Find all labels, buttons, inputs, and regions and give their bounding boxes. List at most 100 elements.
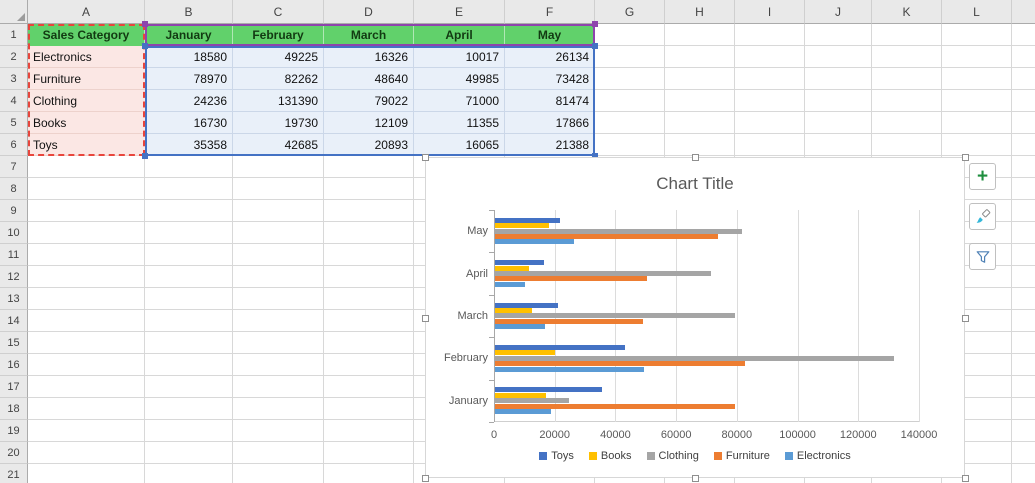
column-header-C[interactable]: C: [233, 0, 324, 24]
row-header-7[interactable]: 7: [0, 156, 28, 178]
chart-title[interactable]: Chart Title: [426, 174, 964, 194]
cell-C1[interactable]: February: [233, 24, 324, 46]
cell-C4[interactable]: 131390: [233, 90, 324, 112]
bar-furniture-february[interactable]: [495, 361, 745, 367]
row-header-21[interactable]: 21: [0, 464, 28, 483]
bar-books-may[interactable]: [495, 223, 550, 229]
cell-F2[interactable]: 26134: [505, 46, 595, 68]
legend-item-electronics[interactable]: Electronics: [784, 450, 851, 462]
cell-E1[interactable]: April: [414, 24, 505, 46]
cell-E3[interactable]: 49985: [414, 68, 505, 90]
chart-resize-handle[interactable]: [422, 475, 429, 482]
cell-A3[interactable]: Furniture: [28, 68, 145, 90]
column-header-L[interactable]: L: [942, 0, 1012, 24]
row-header-8[interactable]: 8: [0, 178, 28, 200]
cell-B6[interactable]: 35358: [145, 134, 233, 156]
legend-item-furniture[interactable]: Furniture: [713, 450, 770, 462]
column-header-I[interactable]: I: [735, 0, 805, 24]
chart[interactable]: Chart Title 0 20000 40000 60000 80000 100000 1…: [422, 154, 969, 482]
bar-electronics-may[interactable]: [495, 239, 575, 245]
cell-D1[interactable]: March: [324, 24, 414, 46]
cell-B5[interactable]: 16730: [145, 112, 233, 134]
column-header-D[interactable]: D: [324, 0, 414, 24]
bar-furniture-march[interactable]: [495, 318, 643, 324]
cell-A2[interactable]: Electronics: [28, 46, 145, 68]
row-header-5[interactable]: 5: [0, 112, 28, 134]
bar-electronics-february[interactable]: [495, 366, 645, 372]
bar-furniture-may[interactable]: [495, 233, 718, 239]
column-header-F[interactable]: F: [505, 0, 595, 24]
row-header-12[interactable]: 12: [0, 266, 28, 288]
cell-A1[interactable]: Sales Category: [28, 24, 145, 46]
cell-F3[interactable]: 73428: [505, 68, 595, 90]
bar-clothing-may[interactable]: [495, 228, 743, 234]
cell-F4[interactable]: 81474: [505, 90, 595, 112]
select-all-button[interactable]: [0, 0, 28, 24]
bar-clothing-january[interactable]: [495, 398, 569, 404]
chart-resize-handle[interactable]: [962, 314, 969, 322]
bar-books-february[interactable]: [495, 350, 555, 356]
cell-E2[interactable]: 10017: [414, 46, 505, 68]
bar-furniture-april[interactable]: [495, 276, 647, 282]
column-header-G[interactable]: G: [595, 0, 665, 24]
cell-F5[interactable]: 17866: [505, 112, 595, 134]
column-header-J[interactable]: J: [805, 0, 872, 24]
cell-E5[interactable]: 11355: [414, 112, 505, 134]
cell-A6[interactable]: Toys: [28, 134, 145, 156]
row-header-18[interactable]: 18: [0, 398, 28, 420]
cell-D5[interactable]: 12109: [324, 112, 414, 134]
chart-legend[interactable]: Toys Books Clothing Furniture Electronics: [426, 450, 964, 462]
cell-A4[interactable]: Clothing: [28, 90, 145, 112]
row-header-20[interactable]: 20: [0, 442, 28, 464]
row-header-17[interactable]: 17: [0, 376, 28, 398]
bar-toys-march[interactable]: [495, 302, 559, 308]
legend-item-clothing[interactable]: Clothing: [646, 450, 699, 462]
chart-resize-handle[interactable]: [692, 475, 699, 482]
bar-toys-january[interactable]: [495, 387, 603, 393]
legend-item-toys[interactable]: Toys: [539, 450, 574, 462]
chart-resize-handle[interactable]: [962, 154, 969, 161]
cell-F6[interactable]: 21388: [505, 134, 595, 156]
cell-B2[interactable]: 18580: [145, 46, 233, 68]
cell-A5[interactable]: Books: [28, 112, 145, 134]
chart-resize-handle[interactable]: [422, 314, 429, 322]
column-header-H[interactable]: H: [665, 0, 735, 24]
row-header-14[interactable]: 14: [0, 310, 28, 332]
cell-F1[interactable]: May: [505, 24, 595, 46]
bar-clothing-february[interactable]: [495, 355, 894, 361]
cell-C3[interactable]: 82262: [233, 68, 324, 90]
cell-D3[interactable]: 48640: [324, 68, 414, 90]
cell-C2[interactable]: 49225: [233, 46, 324, 68]
row-header-19[interactable]: 19: [0, 420, 28, 442]
chart-filter-button[interactable]: [969, 243, 996, 270]
bar-books-march[interactable]: [495, 307, 532, 313]
row-header-6[interactable]: 6: [0, 134, 28, 156]
bar-electronics-march[interactable]: [495, 324, 545, 330]
cell-B4[interactable]: 24236: [145, 90, 233, 112]
cell-D4[interactable]: 79022: [324, 90, 414, 112]
bar-clothing-april[interactable]: [495, 270, 711, 276]
row-header-9[interactable]: 9: [0, 200, 28, 222]
row-header-11[interactable]: 11: [0, 244, 28, 266]
cell-E4[interactable]: 71000: [414, 90, 505, 112]
cell-E6[interactable]: 16065: [414, 134, 505, 156]
cell-C5[interactable]: 19730: [233, 112, 324, 134]
row-header-2[interactable]: 2: [0, 46, 28, 68]
legend-item-books[interactable]: Books: [588, 450, 632, 462]
row-header-1[interactable]: 1: [0, 24, 28, 46]
row-header-3[interactable]: 3: [0, 68, 28, 90]
bar-electronics-april[interactable]: [495, 281, 526, 287]
chart-style-button[interactable]: [969, 203, 996, 230]
row-header-16[interactable]: 16: [0, 354, 28, 376]
chart-resize-handle[interactable]: [422, 154, 429, 161]
row-header-15[interactable]: 15: [0, 332, 28, 354]
chart-resize-handle[interactable]: [692, 154, 699, 161]
cell-B3[interactable]: 78970: [145, 68, 233, 90]
row-header-10[interactable]: 10: [0, 222, 28, 244]
cell-B1[interactable]: January: [145, 24, 233, 46]
bar-books-january[interactable]: [495, 392, 546, 398]
chart-resize-handle[interactable]: [962, 475, 969, 482]
cell-D6[interactable]: 20893: [324, 134, 414, 156]
row-header-13[interactable]: 13: [0, 288, 28, 310]
bar-toys-february[interactable]: [495, 344, 625, 350]
